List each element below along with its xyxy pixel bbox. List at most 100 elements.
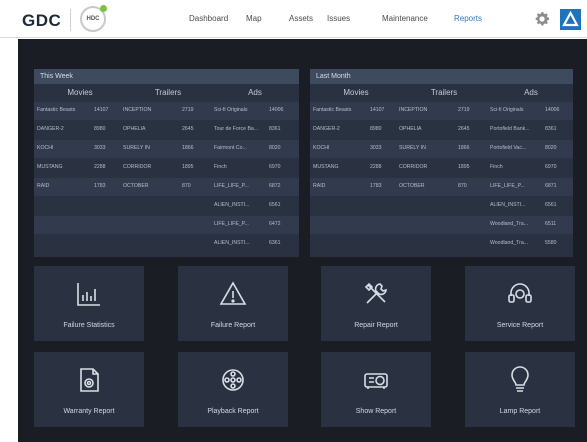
gdc-logo[interactable]: GDC: [22, 11, 61, 31]
table-cell: Sci-fi Originals: [214, 107, 248, 113]
table-cell: LIFE_LIFE_P...: [490, 183, 525, 189]
table-cell: SURELY IN: [123, 145, 150, 151]
tile-label: Repair Report: [354, 322, 398, 329]
table-cell: 14107: [370, 107, 385, 113]
table-row[interactable]: Woodland_Tra... 6511: [310, 216, 573, 234]
table-cell: OPHELIA: [123, 126, 146, 132]
table-cell: LIFE_LIFE_P...: [214, 221, 249, 227]
table-cell: Tour de Force Ba...: [214, 126, 259, 132]
table-row[interactable]: RAID 1783 OCTOBER 870 LIFE_LIFE_P... 6872: [34, 178, 299, 196]
table-row[interactable]: DANGER-2 8980 OPHELIA 2645 Portofield Bank..…: [310, 121, 573, 139]
tile-label: Show Report: [355, 408, 397, 415]
col-ads: Ads: [524, 88, 538, 97]
table-row[interactable]: RAID 1783 OCTOBER 870 LIFE_LIFE_P... 6871: [310, 178, 573, 196]
failure-report-tile[interactable]: Failure Report: [178, 266, 288, 341]
table-row[interactable]: ALIEN_INSTI... 6561: [310, 197, 573, 215]
playback-report-tile[interactable]: Playback Report: [178, 352, 288, 427]
table-cell: 6511: [545, 221, 557, 227]
table-cell: 8020: [545, 145, 557, 151]
table-row[interactable]: KOCHI 3033 SURELY IN 1866 Fairmont Co... 8020: [34, 140, 299, 158]
lamp-report-tile[interactable]: Lamp Report: [465, 352, 575, 427]
top-bar: GDC HDC Dashboard Map Assets Issues Main…: [0, 0, 587, 38]
table-cell: 1866: [182, 145, 194, 151]
nav-dashboard[interactable]: Dashboard: [189, 14, 228, 23]
table-cell: 2719: [458, 107, 470, 113]
repair-report-tile[interactable]: Repair Report: [321, 266, 431, 341]
table-cell: INCEPTION: [399, 107, 428, 113]
nav-map[interactable]: Map: [246, 14, 262, 23]
table-cell: Woodland_Tra...: [490, 240, 529, 246]
table-cell: 6561: [545, 202, 557, 208]
last-month-title: Last Month: [310, 69, 573, 84]
table-cell: 14006: [269, 107, 284, 113]
brand-logo-icon[interactable]: [560, 9, 581, 30]
table-row[interactable]: Woodland_Tra... 5580: [310, 235, 573, 253]
table-row[interactable]: KOCHI 3033 SURELY IN 1866 Portofield Vac... 8…: [310, 140, 573, 158]
table-cell: Fairmont Co...: [214, 145, 247, 151]
table-cell: ALIEN_INSTI...: [490, 202, 526, 208]
table-cell: ALIEN_INSTI...: [214, 202, 250, 208]
table-cell: 2719: [182, 107, 194, 113]
tile-label: Service Report: [496, 322, 544, 329]
table-cell: Finch: [214, 164, 227, 170]
table-cell: 2288: [94, 164, 106, 170]
table-row[interactable]: Fantastic Beasts 14107 INCEPTION 2719 Sci-fi…: [34, 102, 299, 120]
hdc-badge-icon: HDC: [80, 5, 107, 32]
table-cell: OCTOBER: [123, 183, 149, 189]
table-row[interactable]: DANGER-2 8980 OPHELIA 2645 Tour de Force Ba.…: [34, 121, 299, 139]
col-trailers: Trailers: [154, 88, 182, 97]
table-cell: DANGER-2: [313, 126, 340, 132]
tile-label: Failure Report: [210, 322, 256, 329]
col-ads: Ads: [248, 88, 262, 97]
table-row[interactable]: ALIEN_INSTI... 6561: [34, 197, 299, 215]
warranty-report-tile[interactable]: Warranty Report: [34, 352, 144, 427]
table-cell: 8980: [370, 126, 382, 132]
table-row[interactable]: MUSTANG 2288 CORRIDOR 1895 Finch 6970: [34, 159, 299, 177]
nav-reports[interactable]: Reports: [454, 14, 482, 23]
table-row[interactable]: LIFE_LIFE_P... 6472: [34, 216, 299, 234]
table-cell: 1783: [94, 183, 106, 189]
table-cell: 870: [182, 183, 191, 189]
nav-issues[interactable]: Issues: [327, 14, 350, 23]
nav-maintenance[interactable]: Maintenance: [382, 14, 428, 23]
table-cell: 2645: [458, 126, 470, 132]
failure-statistics-tile[interactable]: Failure Statistics: [34, 266, 144, 341]
table-cell: 6872: [269, 183, 281, 189]
logo-divider: [70, 9, 71, 31]
projector-icon: [364, 373, 388, 389]
table-cell: INCEPTION: [123, 107, 152, 113]
table-cell: 6970: [269, 164, 281, 170]
table-cell: 14107: [94, 107, 109, 113]
this-week-panel: This Week Movies Trailers Ads Fantastic …: [34, 69, 299, 257]
table-cell: Sci-fi Originals: [490, 107, 524, 113]
table-cell: Portofield Bank...: [490, 126, 530, 132]
film-reel-icon: [222, 369, 244, 391]
table-row[interactable]: MUSTANG 2288 CORRIDOR 1895 Finch 6970: [310, 159, 573, 177]
table-cell: 1895: [182, 164, 194, 170]
table-cell: MUSTANG: [313, 164, 339, 170]
warranty-document-icon: [80, 368, 99, 392]
tile-label: Warranty Report: [63, 408, 115, 415]
table-cell: 8361: [545, 126, 557, 132]
show-report-tile[interactable]: Show Report: [321, 352, 431, 427]
gear-icon[interactable]: [533, 10, 551, 28]
table-cell: 8020: [269, 145, 281, 151]
table-cell: 14006: [545, 107, 560, 113]
headset-icon: [508, 283, 532, 303]
table-cell: Portofield Vac...: [490, 145, 527, 151]
table-cell: ALIEN_INSTI...: [214, 240, 250, 246]
table-cell: 1783: [370, 183, 382, 189]
table-cell: 6361: [269, 240, 281, 246]
table-cell: Woodland_Tra...: [490, 221, 529, 227]
table-cell: KOCHI: [37, 145, 54, 151]
nav-assets[interactable]: Assets: [289, 14, 313, 23]
service-report-tile[interactable]: Service Report: [465, 266, 575, 341]
bar-chart-icon: [77, 283, 100, 306]
table-cell: 5580: [545, 240, 557, 246]
table-cell: 6970: [545, 164, 557, 170]
table-cell: SURELY IN: [399, 145, 426, 151]
table-cell: 2645: [182, 126, 194, 132]
table-cell: KOCHI: [313, 145, 330, 151]
table-row[interactable]: Fantastic Beasts 14107 INCEPTION 2719 Sci-fi…: [310, 102, 573, 120]
table-row[interactable]: ALIEN_INSTI... 6361: [34, 235, 299, 253]
